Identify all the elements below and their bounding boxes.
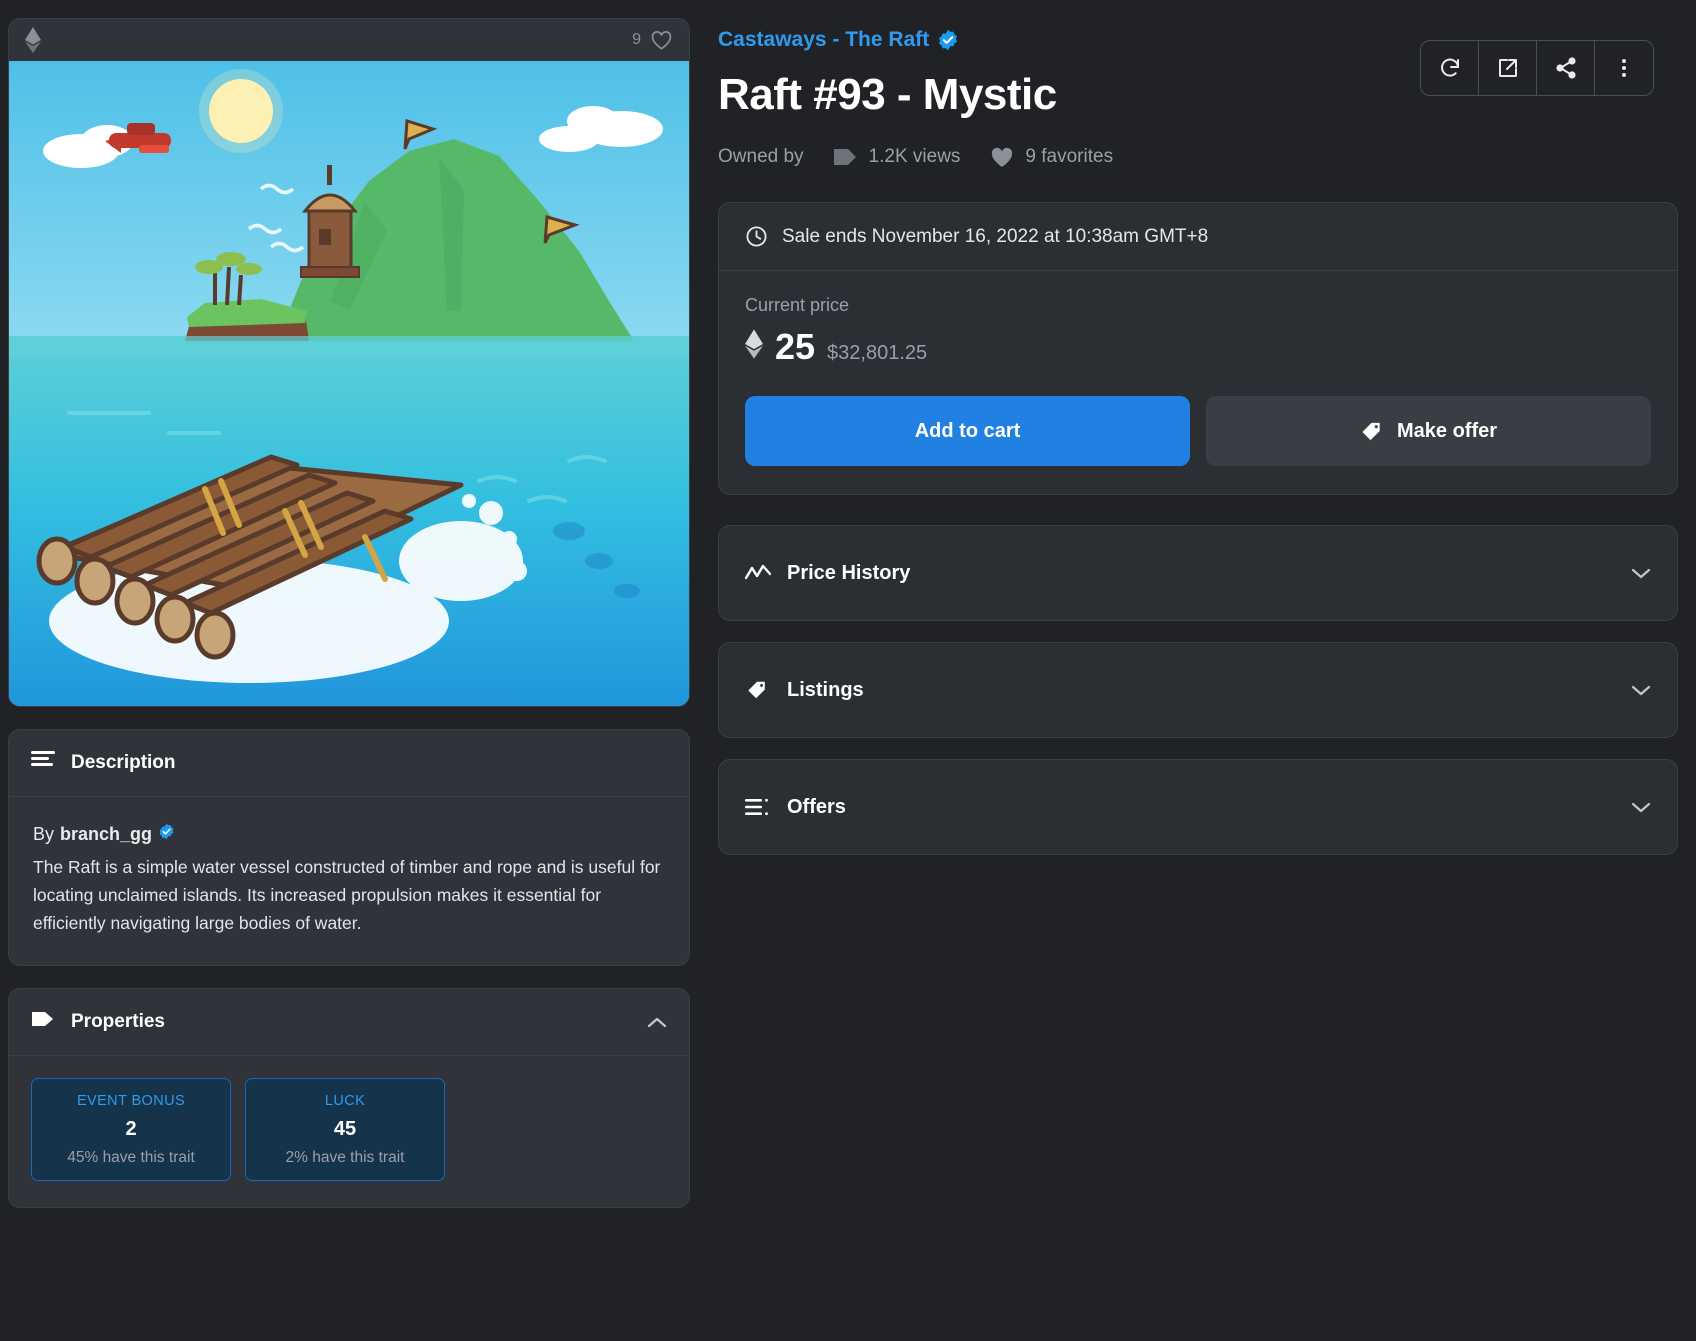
properties-header[interactable]: Properties (9, 989, 689, 1056)
sale-ends-text: Sale ends November 16, 2022 at 10:38am G… (782, 226, 1208, 248)
sale-ends-banner: Sale ends November 16, 2022 at 10:38am G… (719, 203, 1677, 271)
left-column: 9 (8, 18, 690, 1341)
accordion-label: Offers (787, 796, 846, 819)
artwork-card: 9 (8, 18, 690, 707)
trait-type: LUCK (254, 1093, 436, 1109)
right-column: Castaways - The Raft Raft #93 - Mystic O… (718, 18, 1678, 1341)
chevron-down-icon[interactable] (1631, 684, 1651, 696)
make-offer-button[interactable]: Make offer (1206, 396, 1651, 466)
trait-type: EVENT BONUS (40, 1093, 222, 1109)
nft-artwork[interactable] (9, 61, 689, 706)
tag-icon (1360, 420, 1383, 443)
accordion-label: Price History (787, 562, 910, 585)
description-text: The Raft is a simple water vessel constr… (33, 853, 665, 937)
verified-badge-icon (158, 823, 175, 845)
description-lines-icon (31, 750, 55, 776)
tag-icon (745, 679, 771, 701)
trait-value: 2 (40, 1118, 222, 1141)
current-price-label: Current price (745, 295, 1651, 316)
verified-badge-icon (937, 29, 959, 51)
description-author-line: By branch_gg (33, 823, 665, 845)
refresh-metadata-button[interactable] (1421, 41, 1479, 95)
heart-outline-icon[interactable] (650, 29, 673, 52)
make-offer-label: Make offer (1397, 420, 1497, 443)
list-icon (745, 798, 771, 816)
artwork-card-header: 9 (9, 19, 689, 61)
purchase-buttons: Add to cart Make offer (745, 396, 1651, 466)
ethereum-icon (25, 27, 41, 53)
trait-rarity: 2% have this trait (254, 1149, 436, 1167)
owned-by[interactable]: Owned by (718, 146, 804, 168)
favorites-count: 9 favorites (1025, 146, 1113, 168)
chevron-down-icon[interactable] (1631, 801, 1651, 813)
author-name[interactable]: branch_gg (60, 824, 152, 845)
trait-card[interactable]: LUCK 45 2% have this trait (245, 1078, 445, 1181)
trait-card[interactable]: EVENT BONUS 2 45% have this trait (31, 1078, 231, 1181)
by-prefix: By (33, 824, 54, 845)
open-original-button[interactable] (1479, 41, 1537, 95)
accordion-offers[interactable]: Offers (718, 759, 1678, 855)
accordion-listings[interactable]: Listings (718, 642, 1678, 738)
add-to-cart-button[interactable]: Add to cart (745, 396, 1190, 466)
price-eth-amount: 25 (775, 326, 815, 368)
properties-title: Properties (71, 1011, 165, 1033)
current-price-row: 25 $32,801.25 (745, 326, 1651, 368)
share-button[interactable] (1537, 41, 1595, 95)
sale-body: Current price 25 $32,801.25 Add to cart (719, 271, 1677, 494)
ethereum-icon (745, 329, 763, 364)
chevron-down-icon[interactable] (1631, 567, 1651, 579)
accordion-label: Listings (787, 679, 864, 702)
item-meta-row: Owned by 1.2K views 9 favorites (718, 146, 1678, 168)
description-panel: Description By branch_gg The Raft is a s… (8, 729, 690, 966)
tag-icon (31, 1009, 55, 1035)
line-chart-icon (745, 564, 771, 582)
clock-icon (745, 225, 768, 248)
description-title: Description (71, 752, 176, 774)
favorites-stat: 9 favorites (990, 146, 1113, 168)
favorite-control[interactable]: 9 (632, 29, 673, 52)
chevron-up-icon[interactable] (647, 1016, 667, 1028)
description-header[interactable]: Description (9, 730, 689, 797)
action-button-bar (1420, 40, 1654, 96)
properties-panel: Properties EVENT BONUS 2 45% have this t… (8, 988, 690, 1208)
price-usd-amount: $32,801.25 (827, 342, 927, 365)
artwork-favorites-count: 9 (632, 31, 641, 49)
heart-filled-icon (990, 146, 1014, 168)
description-body: By branch_gg The Raft is a simple water … (9, 797, 689, 965)
properties-grid: EVENT BONUS 2 45% have this trait LUCK 4… (9, 1056, 689, 1207)
trait-value: 45 (254, 1118, 436, 1141)
trait-rarity: 45% have this trait (40, 1149, 222, 1167)
accordion-price-history[interactable]: Price History (718, 525, 1678, 621)
sale-card: Sale ends November 16, 2022 at 10:38am G… (718, 202, 1678, 495)
more-options-button[interactable] (1595, 41, 1653, 95)
add-to-cart-label: Add to cart (915, 420, 1021, 443)
nft-detail-page: 9 (0, 0, 1696, 1341)
collection-name: Castaways - The Raft (718, 28, 929, 52)
owner-name-redacted (786, 143, 958, 169)
